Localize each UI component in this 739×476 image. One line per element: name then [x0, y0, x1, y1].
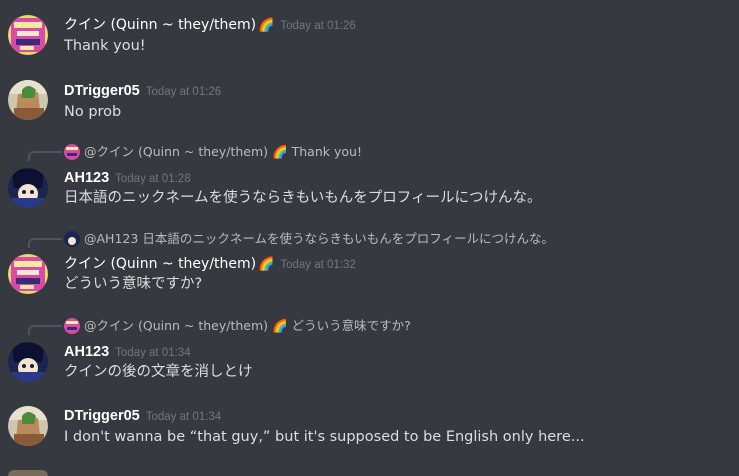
reply-preview[interactable]: @AH123 日本語のニックネームを使うならきもいもんをプロフィールにつけんな。	[64, 231, 554, 247]
username[interactable]: クイン (Quinn ~ they/them)	[64, 17, 256, 33]
message-header: AH123 Today at 01:34	[64, 342, 191, 362]
avatar-dtrigger05[interactable]	[8, 80, 48, 120]
timestamp[interactable]: Today at 01:26	[146, 86, 221, 98]
avatar-ah123[interactable]	[8, 168, 48, 208]
username[interactable]: DTrigger05	[64, 408, 140, 424]
reply-spine	[28, 325, 62, 335]
avatar-partial	[8, 470, 48, 476]
message-content: クインの後の文章を消しとけ	[64, 364, 253, 380]
timestamp[interactable]: Today at 01:28	[115, 173, 190, 185]
rainbow-emoji-icon: 🌈	[272, 318, 288, 333]
rainbow-emoji-icon: 🌈	[258, 18, 275, 33]
avatar-quinn[interactable]	[8, 254, 48, 294]
reply-spine	[28, 238, 62, 248]
timestamp[interactable]: Today at 01:34	[146, 411, 221, 423]
timestamp[interactable]: Today at 01:34	[115, 347, 190, 359]
message: クイン (Quinn ~ they/them) 🌈 Today at 01:26 T…	[0, 0, 739, 64]
username[interactable]: AH123	[64, 344, 109, 360]
reply-mention[interactable]: @クイン (Quinn ~ they/them)	[84, 318, 268, 334]
message-header: AH123 Today at 01:28	[64, 168, 191, 188]
message-content: I don't wanna be “that guy,” but it's su…	[64, 429, 585, 445]
chat-message-list[interactable]: クイン (Quinn ~ they/them) 🌈 Today at 01:26 T…	[0, 0, 739, 476]
message: DTrigger05 Today at 01:26 No prob	[0, 64, 739, 136]
rainbow-emoji-icon: 🌈	[258, 257, 275, 272]
reply-snippet: どういう意味ですか?	[291, 318, 411, 333]
reply-snippet: Thank you!	[291, 144, 362, 159]
username[interactable]: AH123	[64, 170, 109, 186]
message-header: クイン (Quinn ~ they/them) 🌈 Today at 01:26	[64, 15, 356, 35]
avatar-quinn[interactable]	[8, 15, 48, 55]
reply-mention[interactable]: @AH123	[84, 231, 138, 247]
reply-avatar	[64, 318, 80, 334]
message-content: どういう意味ですか?	[64, 276, 203, 292]
message-header: DTrigger05 Today at 01:34	[64, 406, 221, 426]
timestamp[interactable]: Today at 01:26	[280, 20, 355, 32]
message: DTrigger05 Today at 01:34 I don't wanna b…	[0, 400, 739, 476]
message-content: Thank you!	[64, 38, 146, 54]
username[interactable]: クイン (Quinn ~ they/them)	[64, 256, 256, 272]
reply-avatar	[64, 144, 80, 160]
message-header: クイン (Quinn ~ they/them) 🌈 Today at 01:32	[64, 254, 356, 274]
reply-preview[interactable]: @クイン (Quinn ~ they/them) 🌈 Thank you!	[64, 144, 362, 160]
rainbow-emoji-icon: 🌈	[272, 144, 288, 159]
avatar-dtrigger05[interactable]	[8, 406, 48, 446]
reply-snippet: 日本語のニックネームを使うならきもいもんをプロフィールにつけんな。	[142, 231, 554, 246]
reply-mention[interactable]: @クイン (Quinn ~ they/them)	[84, 144, 268, 160]
message: @AH123 日本語のニックネームを使うならきもいもんをプロフィールにつけんな。 …	[0, 224, 739, 312]
message-content: No prob	[64, 104, 122, 120]
username[interactable]: DTrigger05	[64, 83, 140, 99]
reply-avatar	[64, 231, 80, 247]
avatar-ah123[interactable]	[8, 342, 48, 382]
timestamp[interactable]: Today at 01:32	[280, 259, 355, 271]
reply-preview[interactable]: @クイン (Quinn ~ they/them) 🌈 どういう意味ですか?	[64, 318, 411, 334]
reply-spine	[28, 151, 62, 161]
message-header: DTrigger05 Today at 01:26	[64, 81, 221, 101]
message: @クイン (Quinn ~ they/them) 🌈 どういう意味ですか? AH12…	[0, 312, 739, 400]
message: @クイン (Quinn ~ they/them) 🌈 Thank you! AH12…	[0, 136, 739, 224]
message-content: 日本語のニックネームを使うならきもいもんをプロフィールにつけんな。	[64, 190, 542, 206]
